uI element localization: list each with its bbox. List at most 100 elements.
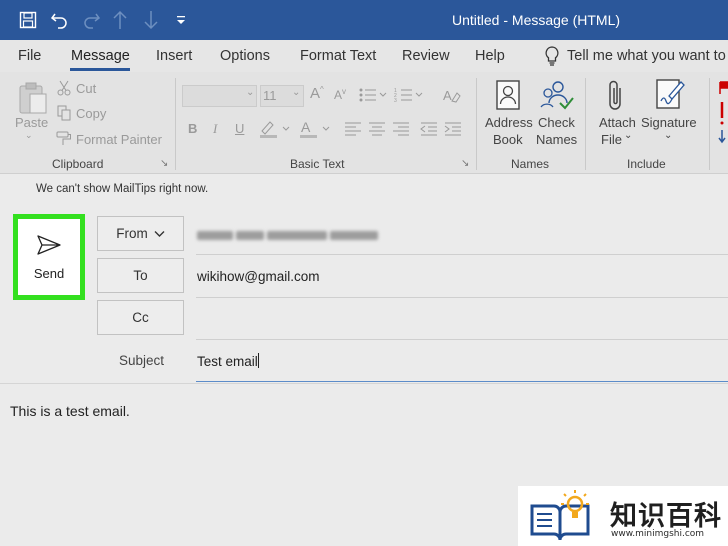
active-tab-indicator xyxy=(70,68,130,71)
check-names-label-2[interactable]: Names xyxy=(536,132,577,147)
decrease-indent-icon[interactable] xyxy=(420,122,438,136)
subject-label: Subject xyxy=(119,353,165,368)
from-account-value xyxy=(197,229,382,242)
bullets-icon[interactable] xyxy=(358,86,388,104)
format-painter-label[interactable]: Format Painter xyxy=(76,132,162,147)
redo-icon[interactable] xyxy=(79,8,103,32)
to-label: To xyxy=(133,268,148,283)
save-icon[interactable] xyxy=(16,8,40,32)
tab-file[interactable]: File xyxy=(18,48,41,64)
basic-text-group-label: Basic Text xyxy=(290,157,345,171)
tab-message[interactable]: Message xyxy=(71,48,130,64)
send-button[interactable]: Send xyxy=(18,219,80,295)
check-names-icon[interactable] xyxy=(537,78,575,112)
underline-button[interactable]: U xyxy=(235,121,244,136)
mailtips-notice: We can't show MailTips right now. xyxy=(36,183,209,195)
signature-icon[interactable] xyxy=(654,77,686,113)
book-bulb-logo-icon xyxy=(530,490,590,541)
tags-icon[interactable] xyxy=(717,78,728,148)
address-book-icon[interactable] xyxy=(493,78,523,112)
increase-indent-icon[interactable] xyxy=(444,122,462,136)
undo-icon[interactable] xyxy=(48,8,72,32)
shrink-font-icon[interactable]: Av xyxy=(334,87,346,102)
names-group-label: Names xyxy=(511,157,550,171)
paperclip-icon[interactable] xyxy=(604,77,628,113)
from-label: From xyxy=(116,226,148,241)
align-right-icon[interactable] xyxy=(392,122,410,136)
tab-review[interactable]: Review xyxy=(402,48,450,64)
message-body[interactable]: This is a test email. xyxy=(10,403,130,419)
group-divider xyxy=(709,78,710,170)
basic-text-launcher-icon[interactable]: ↘ xyxy=(461,158,469,169)
highlight-icon[interactable] xyxy=(258,119,294,139)
grow-font-icon[interactable]: A^ xyxy=(310,85,324,102)
group-divider xyxy=(175,78,176,170)
paste-icon[interactable] xyxy=(16,80,50,116)
cc-label: Cc xyxy=(132,310,149,325)
cc-button[interactable]: Cc xyxy=(97,300,184,335)
copy-icon[interactable] xyxy=(56,105,72,121)
font-family-dropdown-icon[interactable]: ⌄ xyxy=(246,87,254,98)
attach-file-label-2[interactable]: File xyxy=(601,132,622,147)
body-divider xyxy=(0,383,728,384)
align-left-icon[interactable] xyxy=(344,122,362,136)
font-color-icon[interactable]: A xyxy=(298,119,334,139)
italic-button[interactable]: I xyxy=(213,121,217,137)
subject-field-underline xyxy=(196,381,728,382)
align-center-icon[interactable] xyxy=(368,122,386,136)
signature-label[interactable]: Signature xyxy=(641,115,697,130)
address-book-label-1[interactable]: Address xyxy=(485,115,533,130)
lightbulb-icon xyxy=(545,46,559,66)
font-size-dropdown-icon[interactable]: ⌄ xyxy=(292,87,300,98)
svg-text:A: A xyxy=(443,88,452,103)
tab-options[interactable]: Options xyxy=(220,48,270,64)
subject-field[interactable]: Test email xyxy=(197,353,259,369)
watermark-url: www.minimgshi.com xyxy=(611,529,705,539)
attach-file-dropdown-icon[interactable]: ⌄ xyxy=(624,130,632,141)
ribbon: Paste ⌄ Cut Copy Format Painter Clipboar… xyxy=(0,72,728,174)
tab-format-text[interactable]: Format Text xyxy=(300,48,376,64)
tell-me-box[interactable]: Tell me what you want to xyxy=(545,46,726,66)
ribbon-tabs: File Message Insert Options Format Text … xyxy=(0,40,728,72)
watermark: 知识百科 www.minimgshi.com xyxy=(518,486,728,546)
send-button-highlight: Send xyxy=(13,214,85,300)
include-group-label: Include xyxy=(627,157,666,171)
send-icon xyxy=(37,234,61,255)
up-arrow-icon[interactable] xyxy=(108,8,132,32)
from-field-underline xyxy=(196,254,728,255)
format-painter-icon[interactable] xyxy=(56,130,72,146)
group-divider xyxy=(585,78,586,170)
paste-dropdown-icon[interactable]: ⌄ xyxy=(25,130,33,141)
text-cursor xyxy=(257,353,259,368)
check-names-label-1[interactable]: Check xyxy=(538,115,575,130)
address-book-label-2[interactable]: Book xyxy=(493,132,523,147)
numbering-icon[interactable]: 123 xyxy=(394,86,424,104)
to-field[interactable]: wikihow@gmail.com xyxy=(197,269,319,284)
cut-icon[interactable] xyxy=(56,80,72,96)
font-size-value: 11 xyxy=(263,88,277,103)
tab-insert[interactable]: Insert xyxy=(156,48,192,64)
to-field-underline xyxy=(196,297,728,298)
send-label: Send xyxy=(33,265,65,281)
title-bar: Untitled - Message (HTML) xyxy=(0,0,728,40)
bold-button[interactable]: B xyxy=(188,121,197,136)
customize-qat-icon[interactable] xyxy=(169,8,193,32)
chevron-down-icon xyxy=(154,230,165,237)
clipboard-group-label: Clipboard xyxy=(52,157,104,171)
cut-label[interactable]: Cut xyxy=(76,81,96,96)
to-button[interactable]: To xyxy=(97,258,184,293)
signature-dropdown-icon[interactable]: ⌄ xyxy=(664,130,672,141)
clipboard-launcher-icon[interactable]: ↘ xyxy=(160,158,168,169)
svg-text:3: 3 xyxy=(394,98,397,103)
from-button[interactable]: From xyxy=(97,216,184,251)
tab-help[interactable]: Help xyxy=(475,48,505,64)
group-divider xyxy=(476,78,477,170)
window-title: Untitled - Message (HTML) xyxy=(452,12,621,28)
down-arrow-icon[interactable] xyxy=(139,8,163,32)
clear-formatting-icon[interactable]: A xyxy=(442,86,462,104)
copy-label[interactable]: Copy xyxy=(76,106,106,121)
paste-label[interactable]: Paste xyxy=(15,115,48,130)
tell-me-text: Tell me what you want to xyxy=(567,48,726,64)
attach-file-label-1[interactable]: Attach xyxy=(599,115,636,130)
svg-text:A: A xyxy=(301,119,311,135)
